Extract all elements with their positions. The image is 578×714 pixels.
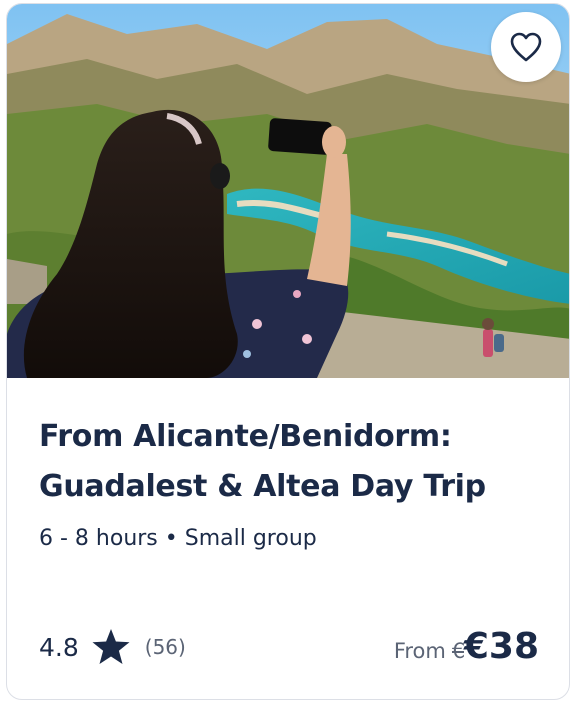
title-line-1[interactable]: From Alicante/Benidorm: bbox=[39, 412, 539, 462]
review-count: (56) bbox=[144, 635, 186, 659]
title-line-2[interactable]: Guadalest & Altea Day Trip bbox=[39, 462, 539, 512]
price-amount: €38 bbox=[463, 626, 539, 667]
duration-text: 6 - 8 hours bbox=[39, 526, 158, 551]
star-icon bbox=[92, 629, 130, 664]
activity-title[interactable]: From Alicante/Benidorm: Guadalest & Alte… bbox=[39, 412, 539, 512]
meta-separator: • bbox=[164, 526, 178, 551]
activity-photo[interactable] bbox=[7, 4, 569, 378]
old-price: € bbox=[452, 639, 464, 663]
rating: 4.8 (56) bbox=[39, 625, 186, 669]
rating-value: 4.8 bbox=[39, 632, 79, 662]
activity-meta: 6 - 8 hours • Small group bbox=[39, 526, 317, 551]
activity-card[interactable]: From Alicante/Benidorm: Guadalest & Alte… bbox=[6, 3, 570, 700]
group-size-text: Small group bbox=[184, 526, 317, 551]
heart-outline-icon bbox=[510, 32, 542, 62]
favorite-button[interactable] bbox=[491, 12, 561, 82]
price-prefix: From bbox=[393, 639, 446, 663]
price-block: From € €38 bbox=[394, 626, 539, 667]
